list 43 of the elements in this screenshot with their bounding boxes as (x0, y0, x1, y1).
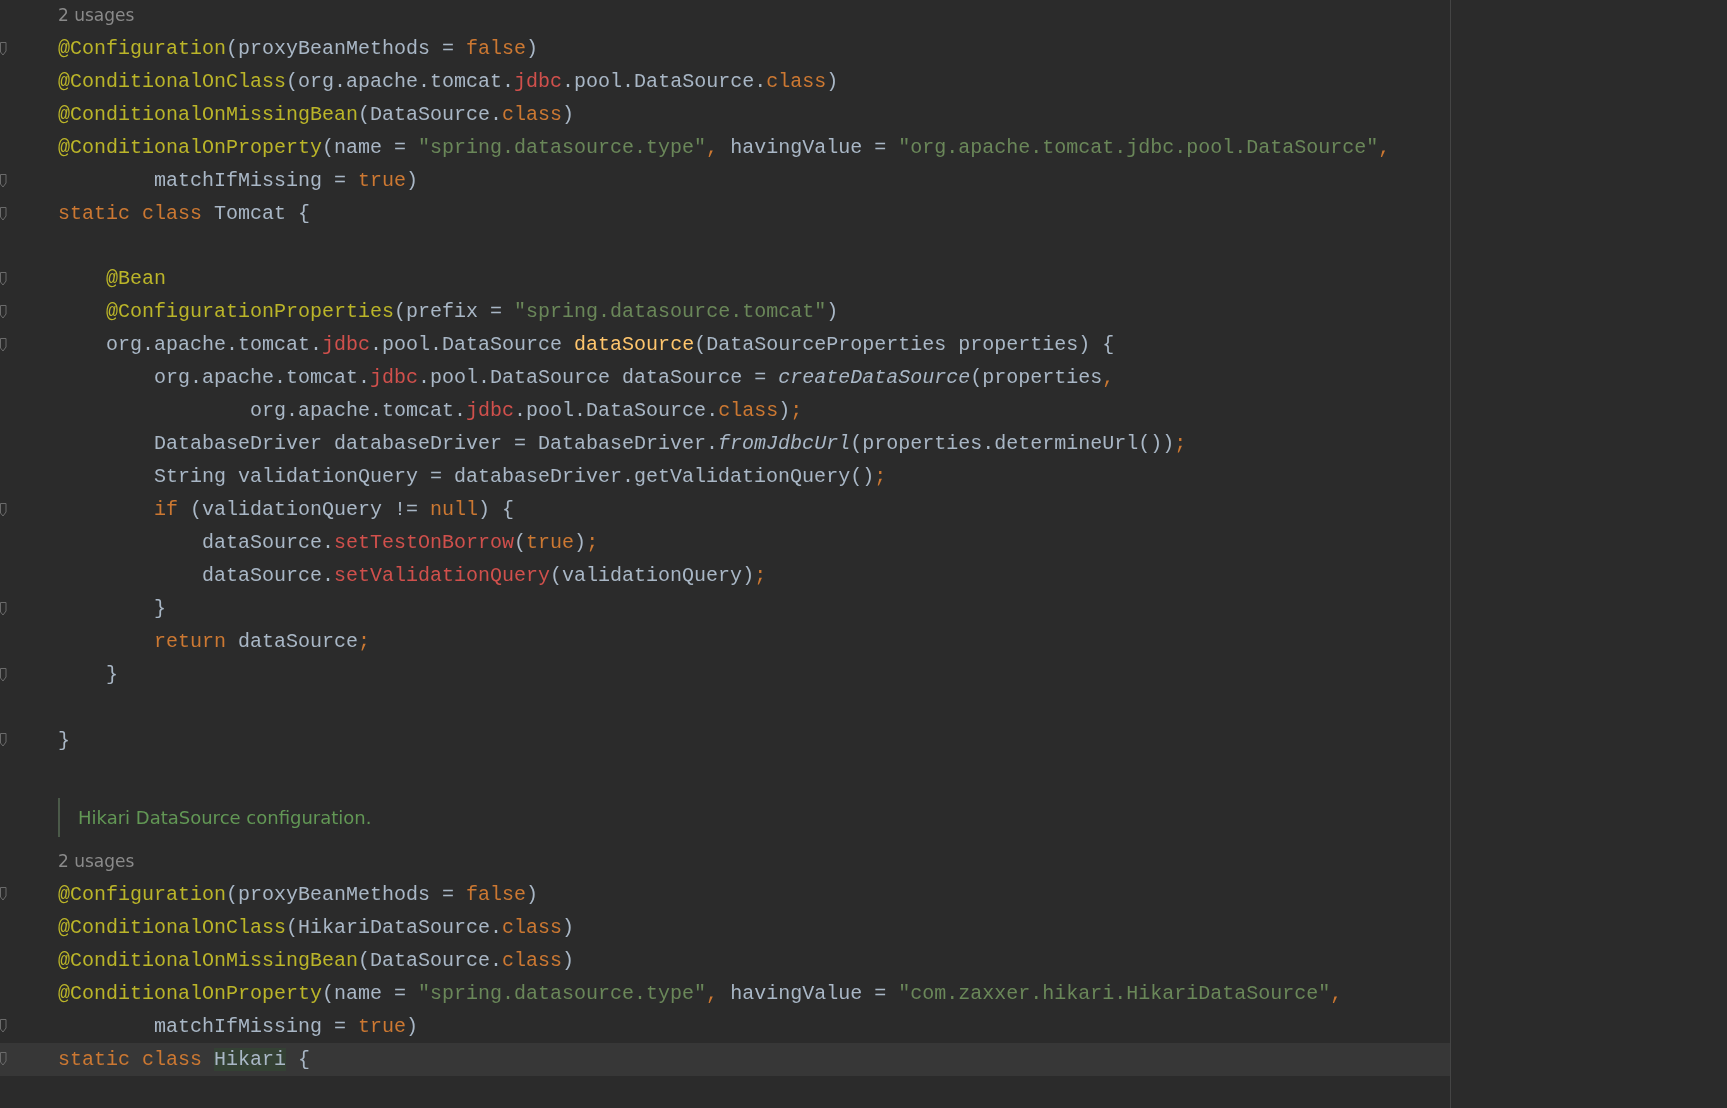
fold-icon[interactable] (0, 337, 10, 352)
code-line: dataSource.setTestOnBorrow(true); (201, 530, 599, 557)
fold-icon[interactable] (0, 502, 10, 517)
code-line: return dataSource; (153, 629, 371, 656)
usages-hint[interactable]: 2 usages (58, 3, 135, 29)
code-line: @ConditionalOnProperty(name = "spring.datasource.type", havingValue = "com.zaxxer.hikari.HikariDataSource", (58, 980, 1343, 1007)
code-line: @Configuration(proxyBeanMethods = false) (58, 36, 539, 63)
code-line: org.apache.tomcat.jdbc.pool.DataSource dataSource = createDataSource(properties, (153, 365, 1115, 392)
code-line: @ConditionalOnMissingBean(DataSource.class) (58, 102, 575, 129)
fold-icon[interactable] (0, 41, 10, 56)
code-line: dataSource.setValidationQuery(validationQuery); (201, 563, 767, 590)
code-line: @ConfigurationProperties(prefix = "spring.datasource.tomcat") (105, 299, 839, 326)
code-line: @ConditionalOnProperty(name = "spring.datasource.type", havingValue = "org.apache.tomcat.jdbc.pool.DataSource", (58, 135, 1391, 162)
code-line: matchIfMissing = true) (153, 168, 419, 195)
code-line: @ConditionalOnMissingBean(DataSource.class) (58, 947, 575, 974)
code-line: } (153, 596, 167, 623)
code-line: } (58, 727, 70, 754)
usages-hint[interactable]: 2 usages (58, 848, 135, 875)
fold-icon[interactable] (0, 1019, 10, 1034)
code-line: static class Hikari { (58, 1046, 311, 1073)
code-line: String validationQuery = databaseDriver.getValidationQuery(); (153, 464, 887, 491)
code-line: static class Tomcat { (58, 201, 311, 228)
fold-icon[interactable] (0, 304, 10, 319)
fold-icon[interactable] (0, 1052, 10, 1067)
code-line: org.apache.tomcat.jdbc.pool.DataSource dataSource(DataSourceProperties properties) { (105, 332, 1115, 359)
fold-icon[interactable] (0, 887, 10, 902)
fold-icon[interactable] (0, 271, 10, 286)
doc-comment: Hikari DataSource configuration. (58, 797, 372, 837)
code-line: @Configuration(proxyBeanMethods = false) (58, 881, 539, 908)
code-line: DatabaseDriver databaseDriver = DatabaseDriver.fromJdbcUrl(properties.determineUrl()); (153, 431, 1187, 458)
fold-icon[interactable] (0, 733, 10, 748)
fold-icon[interactable] (0, 173, 10, 188)
code-line: @ConditionalOnClass(org.apache.tomcat.jdbc.pool.DataSource.class) (58, 69, 839, 96)
code-line: @ConditionalOnClass(HikariDataSource.class) (58, 914, 575, 941)
code-line: @Bean (105, 266, 167, 293)
fold-icon[interactable] (0, 206, 10, 221)
fold-icon[interactable] (0, 601, 10, 616)
code-line: if (validationQuery != null) { (153, 497, 515, 524)
code-editor[interactable] (0, 0, 1451, 1108)
code-line: org.apache.tomcat.jdbc.pool.DataSource.class); (249, 398, 803, 425)
fold-icon[interactable] (0, 667, 10, 682)
code-line: matchIfMissing = true) (153, 1013, 419, 1040)
code-line: } (105, 662, 118, 689)
